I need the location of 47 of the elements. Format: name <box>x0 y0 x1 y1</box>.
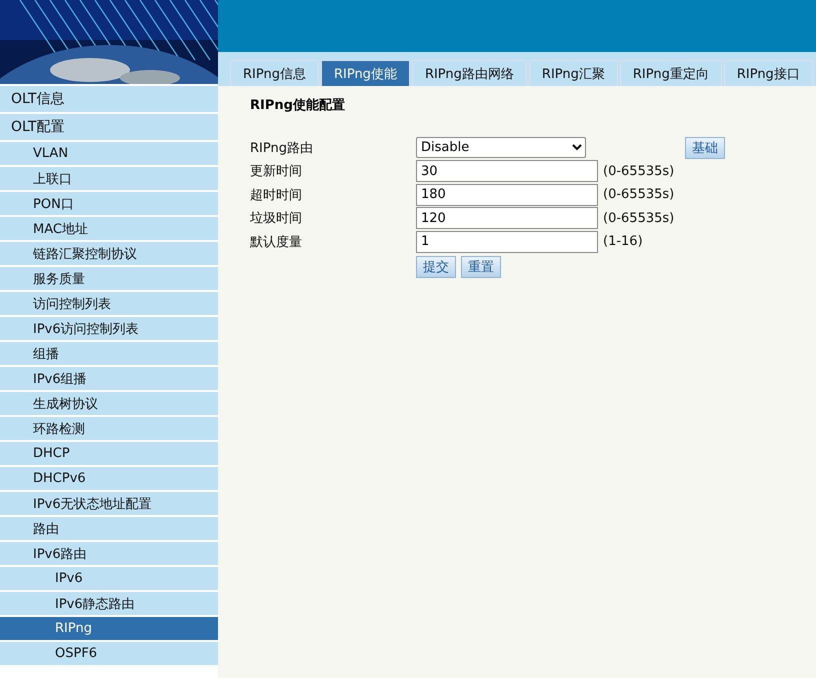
input-field[interactable]: 1 <box>416 230 598 253</box>
input-field[interactable]: 180 <box>416 184 598 206</box>
sidebar-item[interactable]: 路由 <box>0 517 218 540</box>
sidebar-item[interactable]: 访问控制列表 <box>0 292 218 315</box>
tab[interactable]: RIPng路由网络 <box>412 60 527 86</box>
input-field[interactable]: 120 <box>416 207 598 230</box>
range-hint: (0-65535s) <box>603 210 674 226</box>
form-button[interactable]: 重置 <box>461 256 501 278</box>
sidebar-item[interactable]: 环路检测 <box>0 417 218 440</box>
sidebar-item[interactable]: IPv6 <box>0 567 218 590</box>
form-button[interactable]: 提交 <box>416 256 456 278</box>
basic-button[interactable]: 基础 <box>685 136 725 159</box>
sidebar-item[interactable]: DHCP <box>0 442 218 465</box>
field-label: 垃圾时间 <box>250 210 303 228</box>
sidebar-item[interactable]: IPv6访问控制列表 <box>0 317 218 340</box>
range-hint: (1-16) <box>603 234 643 250</box>
sidebar-item[interactable]: 链路汇聚控制协议 <box>0 242 218 265</box>
sidebar-item[interactable]: 上联口 <box>0 167 218 190</box>
section-title: RIPng使能配置 <box>250 97 346 114</box>
field-label: RIPng路由 <box>250 140 314 157</box>
sidebar-item[interactable]: MAC地址 <box>0 217 218 240</box>
sidebar-item[interactable]: IPv6静态路由 <box>0 592 218 615</box>
select-field[interactable]: Disable <box>416 137 586 158</box>
tab[interactable]: RIPng汇聚 <box>528 60 618 86</box>
sidebar-item[interactable]: IPv6无状态地址配置 <box>0 492 218 515</box>
sidebar-item[interactable]: 组播 <box>0 342 218 365</box>
tab[interactable]: RIPng使能 <box>320 60 410 86</box>
range-hint: (0-65535s) <box>603 187 674 202</box>
tab[interactable]: RIPng重定向 <box>620 60 722 86</box>
sidebar-item[interactable]: VLAN <box>0 142 218 165</box>
range-hint: (0-65535s) <box>603 164 674 179</box>
sidebar-item[interactable]: 生成树协议 <box>0 392 218 415</box>
tab[interactable]: RIPng接口 <box>724 60 813 86</box>
sidebar-item[interactable]: IPv6组播 <box>0 367 218 390</box>
sidebar-item[interactable]: DHCPv6 <box>0 467 218 490</box>
field-label: 默认度量 <box>250 234 303 251</box>
sidebar-item[interactable]: 服务质量 <box>0 267 218 290</box>
input-field[interactable]: 30 <box>416 160 598 182</box>
sidebar-item[interactable]: RIPng <box>0 617 218 640</box>
sidebar-item[interactable]: OSPF6 <box>0 642 218 665</box>
sidebar-item[interactable]: IPv6路由 <box>0 542 218 565</box>
tab[interactable]: RIPng信息 <box>230 60 319 86</box>
sidebar-item[interactable]: PON口 <box>0 192 218 215</box>
sidebar-item[interactable]: OLT信息 <box>0 86 218 112</box>
field-label: 超时时间 <box>250 186 303 204</box>
field-label: 更新时间 <box>250 163 303 180</box>
sidebar-item[interactable]: OLT配置 <box>0 114 218 140</box>
